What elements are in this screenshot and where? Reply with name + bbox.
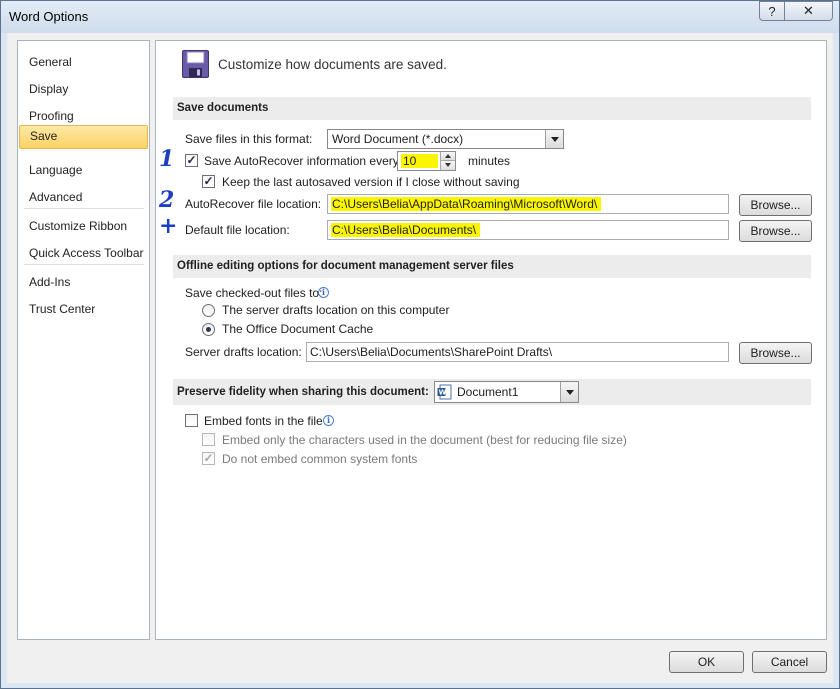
window-title: Word Options [9,9,89,24]
autorecover-minutes-spinner[interactable]: 10 [397,151,456,171]
autorecover-browse-button[interactable]: Browse... [739,194,812,216]
page-title: Customize how documents are saved. [218,57,447,72]
embed-only-used-checkbox[interactable] [202,433,215,446]
annotation-mark-2: 2 [159,187,175,213]
nav-divider [24,208,144,209]
save-format-value: Word Document (*.docx) [332,132,464,146]
close-button[interactable]: ✕ [785,1,833,21]
nav-item-customize-ribbon[interactable]: Customize Ribbon [19,215,148,237]
fidelity-document-dropdown[interactable]: W Document1 [434,381,579,403]
radio-office-document-cache[interactable] [202,323,215,336]
save-format-label: Save files in this format: [185,132,313,146]
word-options-dialog: Word Options ? ✕ General Display Proofin… [0,0,840,689]
annotation-mark-3: + [159,213,178,239]
chevron-down-icon[interactable] [560,382,578,402]
default-location-input[interactable]: C:\Users\Belia\Documents\ [327,220,729,240]
section-save-documents: Save documents [173,97,811,120]
server-drafts-location-input[interactable]: C:\Users\Belia\Documents\SharePoint Draf… [306,342,729,362]
embed-fonts-label: Embed fonts in the file [204,414,323,428]
floppy-disk-icon [182,50,209,78]
autorecover-minutes-value[interactable]: 10 [401,154,439,168]
server-drafts-option-label: The server drafts location on this compu… [222,303,450,317]
word-document-icon: W [437,384,452,400]
info-icon: i [318,287,329,298]
ok-button[interactable]: OK [669,651,744,673]
cancel-button[interactable]: Cancel [752,651,827,673]
nav-item-language[interactable]: Language [19,159,148,181]
do-not-embed-system-fonts-label: Do not embed common system fonts [222,452,418,466]
server-drafts-browse-button[interactable]: Browse... [739,342,812,364]
annotation-mark-1: 1 [159,146,175,172]
svg-text:W: W [439,389,447,397]
info-icon: i [323,415,334,426]
autorecover-location-label: AutoRecover file location: [185,197,322,211]
save-format-dropdown[interactable]: Word Document (*.docx) [327,129,564,149]
spin-up-icon[interactable] [440,152,455,161]
autorecover-location-input[interactable]: C:\Users\Belia\AppData\Roaming\Microsoft… [327,194,729,214]
nav-item-advanced[interactable]: Advanced [19,186,148,208]
nav-item-proofing[interactable]: Proofing [19,105,148,127]
options-nav: General Display Proofing Save Language A… [17,40,150,640]
autorecover-label: Save AutoRecover information every [204,154,399,168]
default-location-label: Default file location: [185,223,290,237]
spin-down-icon[interactable] [440,161,455,170]
nav-item-save[interactable]: Save [19,125,148,149]
dialog-client-area: General Display Proofing Save Language A… [7,33,833,683]
office-cache-option-label: The Office Document Cache [222,322,374,336]
nav-item-add-ins[interactable]: Add-Ins [19,271,148,293]
chevron-down-icon[interactable] [545,130,563,148]
nav-item-quick-access-toolbar[interactable]: Quick Access Toolbar [19,242,148,264]
save-options-panel: Customize how documents are saved. Save … [155,40,827,640]
embed-only-used-label: Embed only the characters used in the do… [222,433,627,447]
default-location-value: C:\Users\Belia\Documents\ [331,223,481,237]
autorecover-checkbox[interactable]: ✓ [185,154,198,167]
section-offline-editing: Offline editing options for document man… [173,255,811,278]
keep-autosaved-label: Keep the last autosaved version if I clo… [222,175,520,189]
fidelity-document-value: Document1 [457,385,519,399]
default-browse-button[interactable]: Browse... [739,220,812,242]
radio-server-drafts[interactable] [202,304,215,317]
title-bar: Word Options ? ✕ [1,1,839,33]
nav-item-general[interactable]: General [19,51,148,73]
keep-autosaved-checkbox[interactable]: ✓ [202,175,215,188]
nav-divider [24,264,144,265]
save-checked-out-label: Save checked-out files to: [185,286,323,300]
help-button[interactable]: ? [759,1,785,21]
nav-item-trust-center[interactable]: Trust Center [19,298,148,320]
server-drafts-location-value: C:\Users\Belia\Documents\SharePoint Draf… [310,345,553,359]
nav-item-display[interactable]: Display [19,78,148,100]
embed-fonts-checkbox[interactable] [185,414,198,427]
minutes-label: minutes [468,154,511,168]
server-drafts-location-label: Server drafts location: [185,345,302,359]
autorecover-location-value: C:\Users\Belia\AppData\Roaming\Microsoft… [331,197,602,211]
do-not-embed-system-fonts-checkbox[interactable]: ✓ [202,452,215,465]
